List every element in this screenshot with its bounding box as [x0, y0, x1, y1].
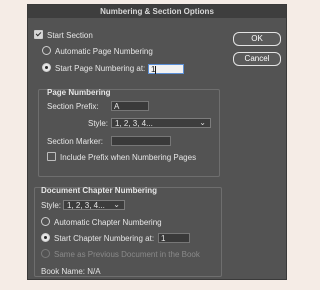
- start-page-numbering-label: Start Page Numbering at:: [55, 64, 146, 73]
- same-as-previous-radio-row[interactable]: Same as Previous Document in the Book: [41, 249, 200, 259]
- automatic-page-numbering-radio-row[interactable]: Automatic Page Numbering: [42, 46, 153, 56]
- include-prefix-label: Include Prefix when Numbering Pages: [60, 153, 197, 162]
- include-prefix-checkbox-row[interactable]: Include Prefix when Numbering Pages: [47, 152, 197, 162]
- numbering-section-options-dialog: Numbering & Section Options OK Cancel St…: [27, 4, 287, 280]
- start-chapter-input[interactable]: 1: [158, 233, 190, 243]
- page-style-select[interactable]: 1, 2, 3, 4... ⌄: [111, 118, 211, 128]
- page-style-value: 1, 2, 3, 4...: [115, 119, 153, 128]
- page-numbering-heading: Page Numbering: [47, 88, 111, 97]
- chevron-down-icon: ⌄: [199, 118, 206, 127]
- chapter-style-label: Style:: [41, 201, 62, 210]
- start-section-checkbox-row[interactable]: Start Section: [34, 30, 93, 40]
- start-chapter-numbering-radio-row[interactable]: Start Chapter Numbering at:: [41, 233, 155, 243]
- section-marker-label: Section Marker:: [47, 137, 104, 146]
- checkbox-checked-icon[interactable]: [34, 30, 43, 40]
- checkbox-unchecked-icon[interactable]: [47, 152, 56, 162]
- radio-on-icon[interactable]: [42, 63, 51, 73]
- dialog-title: Numbering & Section Options: [28, 5, 286, 18]
- chapter-style-value: 1, 2, 3, 4...: [67, 201, 105, 210]
- section-prefix-label: Section Prefix:: [47, 102, 99, 111]
- section-marker-input[interactable]: [111, 136, 171, 146]
- section-prefix-input[interactable]: A: [111, 101, 149, 111]
- start-chapter-numbering-label: Start Chapter Numbering at:: [54, 234, 155, 243]
- text-cursor: [155, 65, 157, 74]
- chevron-down-icon: ⌄: [113, 200, 120, 209]
- automatic-page-numbering-label: Automatic Page Numbering: [55, 47, 153, 56]
- page-style-label: Style:: [88, 119, 109, 128]
- automatic-chapter-numbering-radio-row[interactable]: Automatic Chapter Numbering: [41, 217, 162, 227]
- ok-button[interactable]: OK: [233, 32, 281, 46]
- book-name-text: Book Name: N/A: [41, 267, 101, 276]
- start-section-label: Start Section: [47, 31, 93, 40]
- chapter-numbering-heading: Document Chapter Numbering: [41, 186, 158, 195]
- radio-disabled-icon[interactable]: [41, 249, 50, 259]
- cancel-button[interactable]: Cancel: [233, 52, 281, 66]
- start-page-numbering-radio-row[interactable]: Start Page Numbering at:: [42, 63, 146, 73]
- chapter-style-select[interactable]: 1, 2, 3, 4... ⌄: [63, 200, 125, 210]
- same-as-previous-label: Same as Previous Document in the Book: [54, 250, 200, 259]
- start-page-input[interactable]: 1: [148, 64, 184, 74]
- automatic-chapter-numbering-label: Automatic Chapter Numbering: [54, 218, 162, 227]
- radio-on-icon[interactable]: [41, 233, 50, 243]
- radio-off-icon[interactable]: [41, 217, 50, 227]
- radio-off-icon[interactable]: [42, 46, 51, 56]
